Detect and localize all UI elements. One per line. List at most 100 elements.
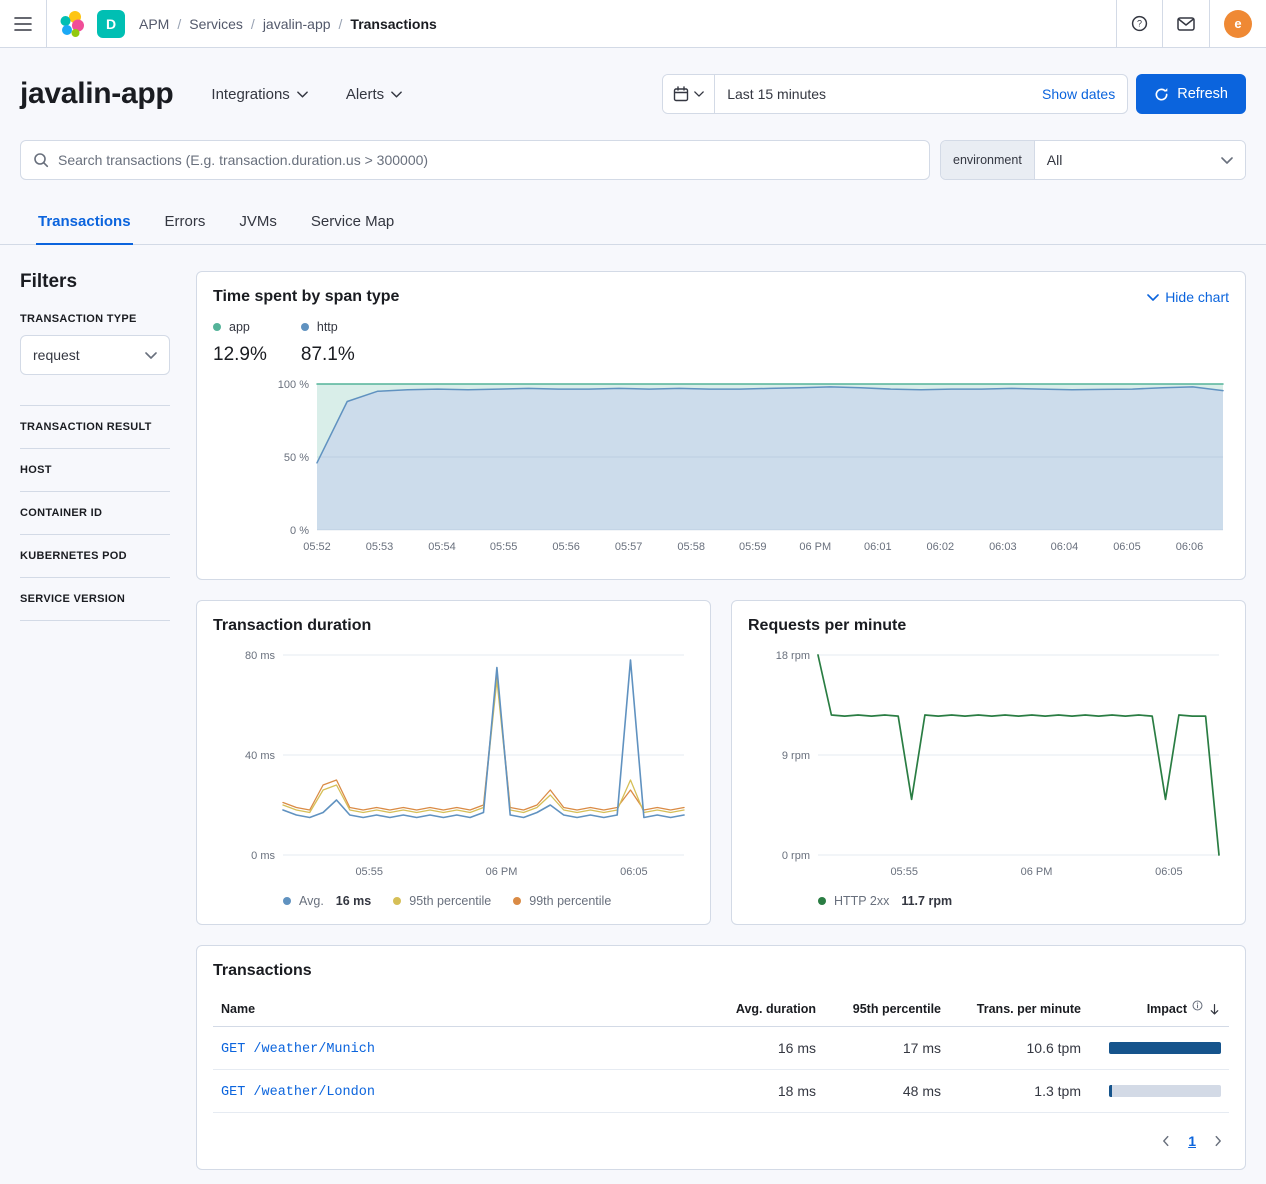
panel-title: Transaction duration <box>213 617 694 635</box>
breadcrumb-separator: / <box>251 16 255 32</box>
panel-title: Time spent by span type <box>213 288 399 306</box>
chevron-left-icon <box>1159 1134 1173 1148</box>
column-header-trans-per-minute[interactable]: Trans. per minute <box>949 992 1089 1027</box>
span-type-chart[interactable]: 0 %50 %100 %05:5205:5305:5405:5505:5605:… <box>213 376 1229 563</box>
impact-cell <box>1089 1027 1229 1070</box>
svg-text:?: ? <box>1137 19 1142 29</box>
transaction-link[interactable]: GET /weather/London <box>221 1085 375 1100</box>
svg-text:05:55: 05:55 <box>355 866 383 878</box>
breadcrumb-separator: / <box>339 16 343 32</box>
legend-label: Avg. <box>299 894 324 908</box>
previous-page-button[interactable] <box>1155 1130 1177 1152</box>
legend-item-app[interactable]: app <box>213 320 267 334</box>
filter-section-kubernetes-pod[interactable]: KUBERNETES POD <box>20 535 170 578</box>
user-avatar[interactable]: e <box>1224 10 1252 38</box>
column-header-impact[interactable]: Impact <box>1089 992 1229 1027</box>
legend-item-http-2xx[interactable]: HTTP 2xx 11.7 rpm <box>818 894 952 908</box>
legend-item-p95[interactable]: 95th percentile <box>393 894 491 908</box>
filter-section-host[interactable]: HOST <box>20 449 170 492</box>
legend-label: 99th percentile <box>529 894 611 908</box>
search-icon <box>33 152 49 168</box>
legend-dot-avg <box>283 897 291 905</box>
app-percentage: 12.9% <box>213 344 267 366</box>
svg-text:05:52: 05:52 <box>303 541 331 553</box>
menu-button[interactable] <box>0 0 46 47</box>
show-dates-button[interactable]: Show dates <box>1030 86 1127 102</box>
span-type-panel-header: Time spent by span type Hide chart <box>213 288 1229 306</box>
tab-jvms[interactable]: JVMs <box>237 200 279 245</box>
date-picker-calendar-button[interactable] <box>663 75 715 113</box>
transaction-duration-chart[interactable]: 0 ms40 ms80 ms05:5506 PM06:05 <box>213 645 694 888</box>
svg-text:0 rpm: 0 rpm <box>782 850 810 862</box>
svg-text:100 %: 100 % <box>278 379 309 391</box>
impact-bar-fill <box>1109 1085 1112 1097</box>
svg-text:05:56: 05:56 <box>552 541 580 553</box>
next-page-button[interactable] <box>1207 1130 1229 1152</box>
service-title-row: javalin-app Integrations Alerts Last 15 … <box>20 74 1246 114</box>
date-picker: Last 15 minutes Show dates <box>662 74 1128 114</box>
legend-item-http[interactable]: http <box>301 320 355 334</box>
svg-text:06:03: 06:03 <box>989 541 1017 553</box>
transactions-table: Name Avg. duration 95th percentile Trans… <box>213 992 1229 1113</box>
search-input[interactable] <box>58 152 917 168</box>
table-row: GET /weather/London 18 ms 48 ms 1.3 tpm <box>213 1070 1229 1113</box>
transaction-type-label: TRANSACTION TYPE <box>20 313 170 325</box>
svg-text:9 rpm: 9 rpm <box>782 750 810 762</box>
filter-sections: TRANSACTION RESULT HOST CONTAINER ID KUB… <box>20 405 170 621</box>
charts-row: Transaction duration 0 ms40 ms80 ms05:55… <box>196 600 1246 925</box>
environment-value: All <box>1047 152 1063 168</box>
service-header: javalin-app Integrations Alerts Last 15 … <box>0 48 1266 245</box>
svg-text:06:05: 06:05 <box>1155 866 1183 878</box>
column-header-avg-duration[interactable]: Avg. duration <box>714 992 824 1027</box>
legend-dot-p99 <box>513 897 521 905</box>
environment-select[interactable]: All <box>1035 141 1245 179</box>
filter-section-container-id[interactable]: CONTAINER ID <box>20 492 170 535</box>
transactions-table-panel: Transactions Name Avg. duration 95th per… <box>196 945 1246 1170</box>
transaction-link[interactable]: GET /weather/Munich <box>221 1042 375 1057</box>
breadcrumb-service[interactable]: javalin-app <box>263 16 331 32</box>
tpm-cell: 1.3 tpm <box>949 1070 1089 1113</box>
info-icon <box>1192 1000 1203 1011</box>
svg-text:50 %: 50 % <box>284 452 309 464</box>
transaction-type-select[interactable]: request <box>20 335 170 375</box>
time-range-value[interactable]: Last 15 minutes <box>715 86 1030 102</box>
svg-text:06 PM: 06 PM <box>486 866 518 878</box>
breadcrumb-apm[interactable]: APM <box>139 16 169 32</box>
filter-section-service-version[interactable]: SERVICE VERSION <box>20 578 170 621</box>
tab-service-map[interactable]: Service Map <box>309 200 396 245</box>
alerts-button[interactable]: Alerts <box>346 86 402 103</box>
calendar-icon <box>673 86 689 102</box>
filter-section-transaction-result[interactable]: TRANSACTION RESULT <box>20 406 170 449</box>
tpm-cell: 10.6 tpm <box>949 1027 1089 1070</box>
column-header-name[interactable]: Name <box>213 992 714 1027</box>
page-title: javalin-app <box>20 77 173 111</box>
chevron-down-icon <box>1221 157 1233 164</box>
tab-errors[interactable]: Errors <box>163 200 208 245</box>
refresh-button[interactable]: Refresh <box>1136 74 1246 114</box>
space-badge[interactable]: D <box>97 10 125 38</box>
requests-per-minute-panel: Requests per minute 0 rpm9 rpm18 rpm05:5… <box>731 600 1246 925</box>
help-button[interactable]: ? <box>1117 0 1162 47</box>
tab-transactions[interactable]: Transactions <box>36 200 133 245</box>
legend-item-p99[interactable]: 99th percentile <box>513 894 611 908</box>
header-divider <box>1209 0 1210 47</box>
legend-column-http: http 87.1% <box>301 320 355 366</box>
content: Filters TRANSACTION TYPE request TRANSAC… <box>0 245 1266 1184</box>
column-header-95th-percentile[interactable]: 95th percentile <box>824 992 949 1027</box>
requests-per-minute-chart[interactable]: 0 rpm9 rpm18 rpm05:5506 PM06:05 <box>748 645 1229 888</box>
mail-icon <box>1177 17 1195 31</box>
svg-text:05:54: 05:54 <box>428 541 456 553</box>
svg-text:06:05: 06:05 <box>1113 541 1141 553</box>
page-1-button[interactable]: 1 <box>1179 1129 1205 1153</box>
breadcrumb-services[interactable]: Services <box>189 16 243 32</box>
legend-label: HTTP 2xx <box>834 894 889 908</box>
elastic-logo[interactable] <box>47 11 97 37</box>
newsfeed-button[interactable] <box>1163 0 1209 47</box>
svg-text:06 PM: 06 PM <box>1021 866 1053 878</box>
legend-item-avg[interactable]: Avg. 16 ms <box>283 894 371 908</box>
environment-filter: environment All <box>940 140 1246 180</box>
integrations-button[interactable]: Integrations <box>211 86 307 103</box>
hide-chart-button[interactable]: Hide chart <box>1147 289 1229 305</box>
legend-value: 11.7 rpm <box>901 894 952 908</box>
svg-text:05:59: 05:59 <box>739 541 767 553</box>
